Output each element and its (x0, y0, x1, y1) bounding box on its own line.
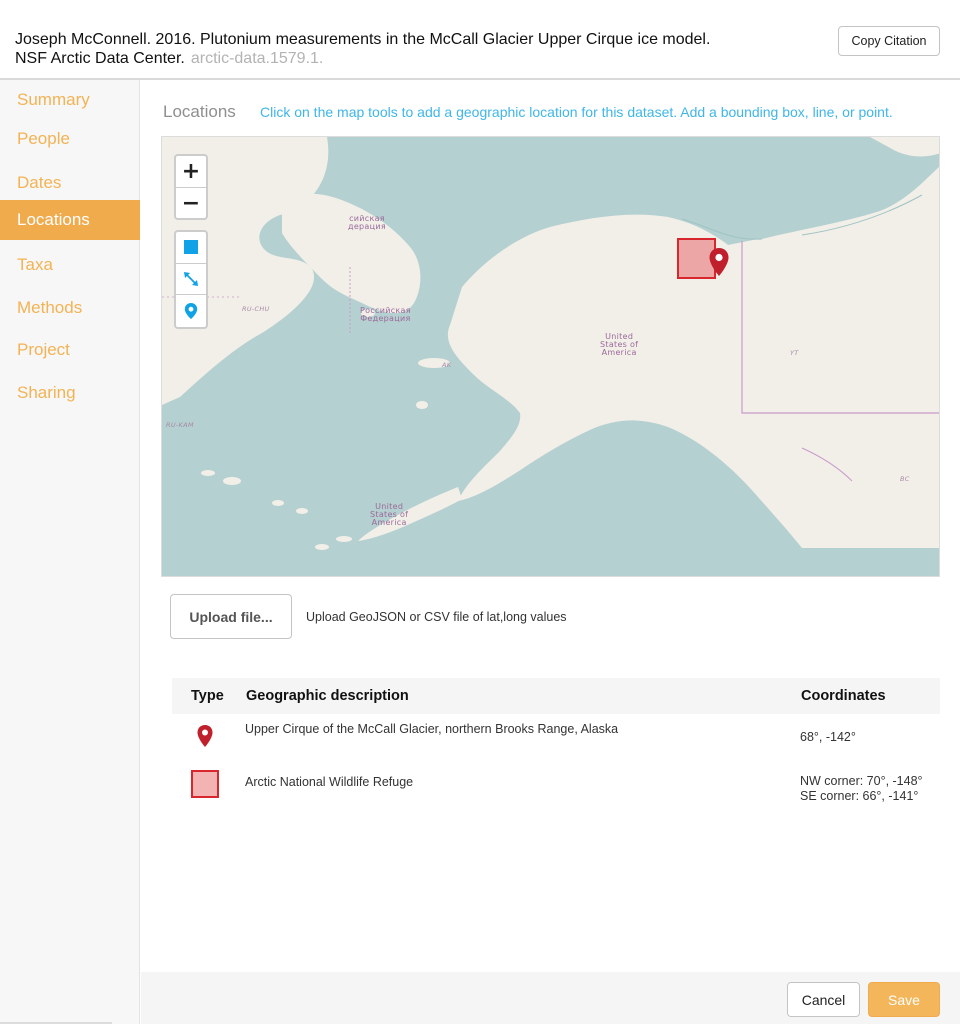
map-label-yt: YT (790, 349, 799, 357)
row-coordinates-se: SE corner: 66°, -141° (800, 789, 919, 803)
locations-hint: Click on the map tools to add a geograph… (260, 104, 893, 120)
map-basemap (162, 137, 939, 576)
line-icon (184, 272, 198, 286)
map-label-russia-top: сийская дерация (348, 214, 386, 231)
zoom-control: + − (174, 154, 208, 220)
row-description: Arctic National Wildlife Refuge (245, 775, 414, 789)
draw-rectangle-button[interactable] (176, 232, 206, 263)
citation-line-1: Joseph McConnell. 2016. Plutonium measur… (15, 31, 711, 48)
citation-header: Joseph McConnell. 2016. Plutonium measur… (0, 0, 960, 80)
map-label-ru-chu: RU-CHU (242, 305, 270, 313)
column-header-type: Type (191, 688, 224, 704)
cancel-button[interactable]: Cancel (787, 982, 860, 1017)
sidebar-item-project[interactable]: Project (0, 330, 140, 370)
row-description: Upper Cirque of the McCall Glacier, nort… (245, 722, 619, 736)
row-coordinates-nw: NW corner: 70°, -148° (800, 774, 923, 788)
upload-file-button[interactable]: Upload file... (170, 594, 292, 639)
locations-table-header: Type Geographic description Coordinates (172, 678, 940, 714)
point-marker-icon (184, 303, 198, 319)
draw-point-button[interactable] (176, 294, 206, 325)
row-coordinates: 68°, -142° (800, 730, 856, 744)
upload-hint: Upload GeoJSON or CSV file of lat,long v… (306, 610, 567, 624)
location-map[interactable]: сийская дерация Российская Федерация RU-CH… (161, 136, 940, 577)
citation-publisher: NSF Arctic Data Center. (15, 50, 185, 67)
map-label-usa-south: United States of America (370, 502, 409, 527)
column-header-description: Geographic description (246, 688, 409, 704)
bounding-box-icon (191, 770, 219, 798)
map-label-ru-kam: RU-KAM (166, 421, 194, 429)
zoom-in-button[interactable]: + (176, 156, 206, 187)
save-button[interactable]: Save (868, 982, 940, 1017)
location-marker-icon[interactable] (708, 247, 730, 277)
map-label-russia: Российская Федерация (360, 306, 411, 323)
editor-sidebar: Summary People Dates Locations Taxa Meth… (0, 80, 140, 1024)
sidebar-item-locations[interactable]: Locations (0, 200, 140, 240)
sidebar-item-methods[interactable]: Methods (0, 288, 140, 328)
draw-toolbar (174, 230, 208, 329)
map-label-usa-north: United States of America (600, 332, 639, 357)
citation-text: Joseph McConnell. 2016. Plutonium measur… (15, 30, 815, 68)
map-label-bc: BC (900, 475, 910, 483)
sidebar-item-dates[interactable]: Dates (0, 163, 140, 203)
copy-citation-button[interactable]: Copy Citation (838, 26, 940, 56)
sidebar-item-summary[interactable]: Summary (0, 80, 140, 120)
zoom-out-button[interactable]: − (176, 187, 206, 218)
citation-line-2: NSF Arctic Data Center. arctic-data.1579.… (15, 49, 815, 68)
rectangle-icon (184, 240, 198, 254)
sidebar-item-taxa[interactable]: Taxa (0, 245, 140, 285)
sidebar-item-people[interactable]: People (0, 119, 140, 159)
point-marker-icon (197, 725, 213, 747)
column-header-coordinates: Coordinates (801, 688, 886, 704)
section-title: Locations (163, 102, 236, 121)
map-label-ak: AK (442, 361, 452, 369)
draw-line-button[interactable] (176, 263, 206, 294)
sidebar-item-sharing[interactable]: Sharing (0, 373, 140, 413)
dataset-id: arctic-data.1579.1. (190, 50, 324, 67)
